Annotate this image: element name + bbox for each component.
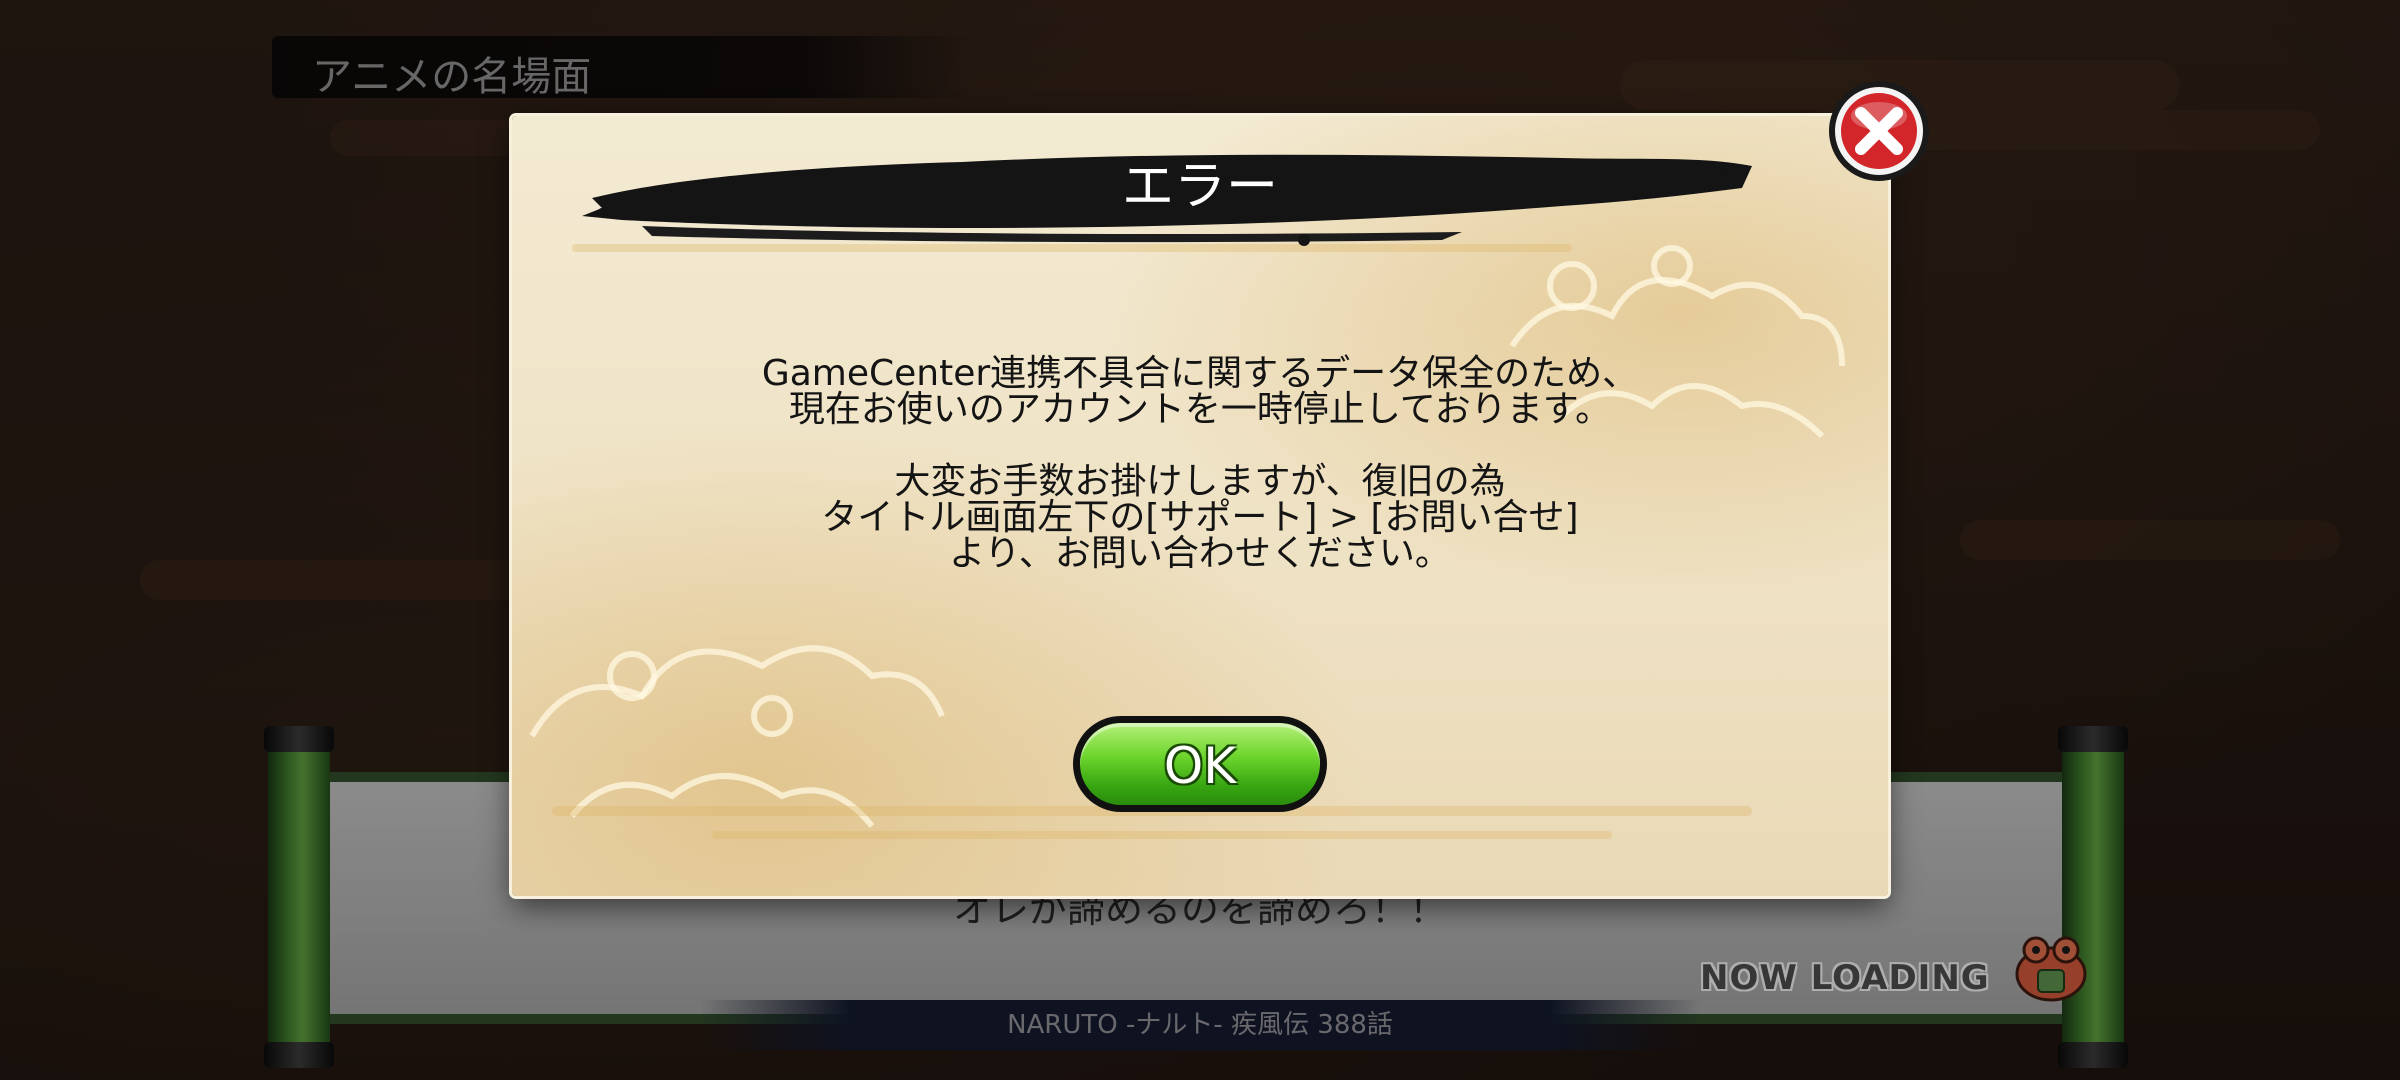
ok-button[interactable]: OK	[1073, 716, 1327, 812]
message-line: 現在お使いのアカウントを一時停止しております。	[788, 389, 1612, 430]
message-line: 大変お手数お掛けしますが、復旧の為	[894, 461, 1506, 502]
message-line: より、お問い合わせください。	[949, 533, 1451, 574]
ok-button-label: OK	[1163, 737, 1237, 795]
error-dialog: エラー GameCenter連携不具合に関するデータ保全のため、 現在お使いのア…	[512, 116, 1888, 896]
error-message: GameCenter連携不具合に関するデータ保全のため、 現在お使いのアカウント…	[512, 356, 1888, 572]
message-line: GameCenter連携不具合に関するデータ保全のため、	[761, 353, 1639, 394]
close-icon[interactable]	[1826, 78, 1932, 184]
message-line: タイトル画面左下の[サポート] > [お問い合せ]	[821, 497, 1579, 538]
dialog-title: エラー	[1121, 157, 1278, 217]
game-screen: アニメの名場面 オレが諦めるのを諦めろ！！ NARUTO -ナルト- 疾風伝 3…	[0, 0, 2400, 1080]
ok-button-face: OK	[1080, 723, 1320, 805]
